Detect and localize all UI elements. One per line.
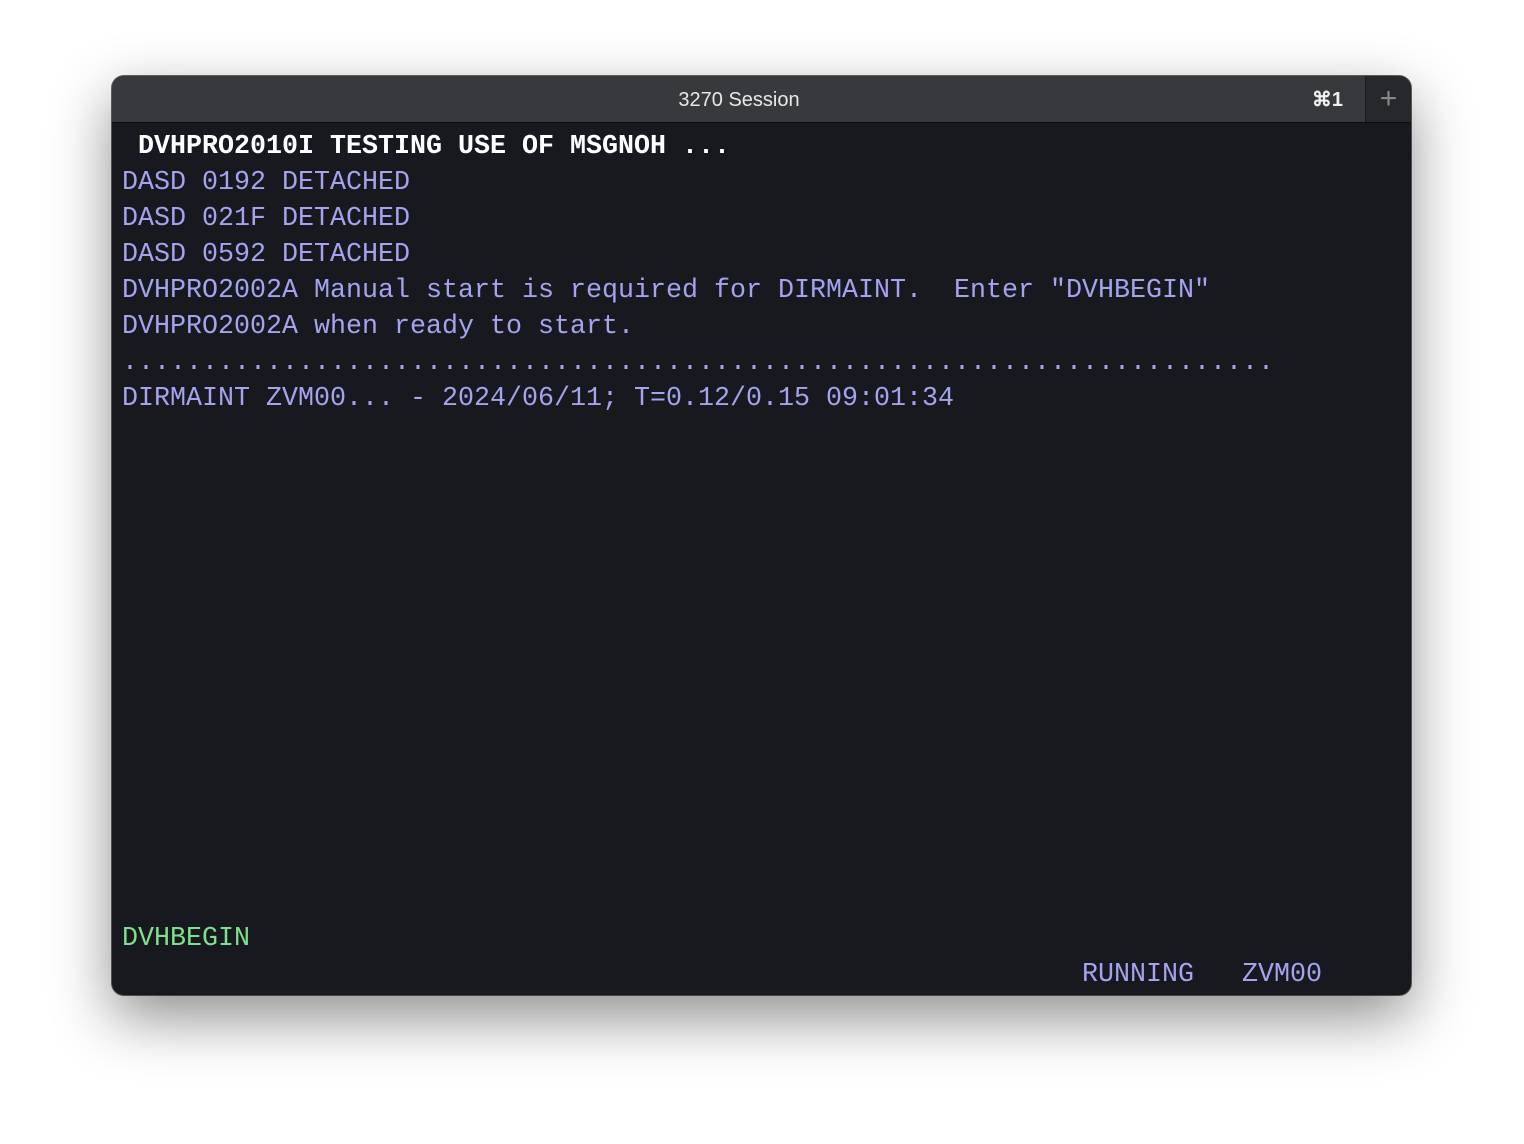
terminal-line: DVHPRO2002A Manual start is required for… bbox=[122, 275, 1210, 305]
terminal-line: DASD 0192 DETACHED bbox=[122, 167, 410, 197]
status-indicator: RUNNING bbox=[1082, 959, 1194, 989]
terminal-line: DIRMAINT ZVM00... - 2024/06/11; T=0.12/0… bbox=[122, 383, 954, 413]
tab-shortcut: ⌘1 bbox=[1311, 89, 1343, 111]
terminal-screen[interactable]: DVHPRO2010I TESTING USE OF MSGNOH ... DA… bbox=[122, 128, 1402, 989]
new-tab-button[interactable]: + bbox=[1365, 76, 1411, 122]
terminal-line: ........................................… bbox=[122, 347, 1274, 377]
terminal-line: DVHPRO2010I TESTING USE OF MSGNOH ... bbox=[122, 131, 730, 161]
terminal-line: DASD 021F DETACHED bbox=[122, 203, 410, 233]
title-bar: 3270 Session ⌘1 + bbox=[112, 76, 1411, 123]
terminal-line: DVHPRO2002A when ready to start. bbox=[122, 311, 634, 341]
window-title: 3270 Session bbox=[678, 89, 800, 111]
terminal-window: 3270 Session ⌘1 + DVHPRO2010I TESTING US… bbox=[112, 76, 1411, 995]
plus-icon: + bbox=[1379, 82, 1398, 115]
terminal-line: DASD 0592 DETACHED bbox=[122, 239, 410, 269]
command-input[interactable]: DVHBEGIN bbox=[122, 920, 250, 956]
system-name: ZVM00 bbox=[1242, 959, 1322, 989]
